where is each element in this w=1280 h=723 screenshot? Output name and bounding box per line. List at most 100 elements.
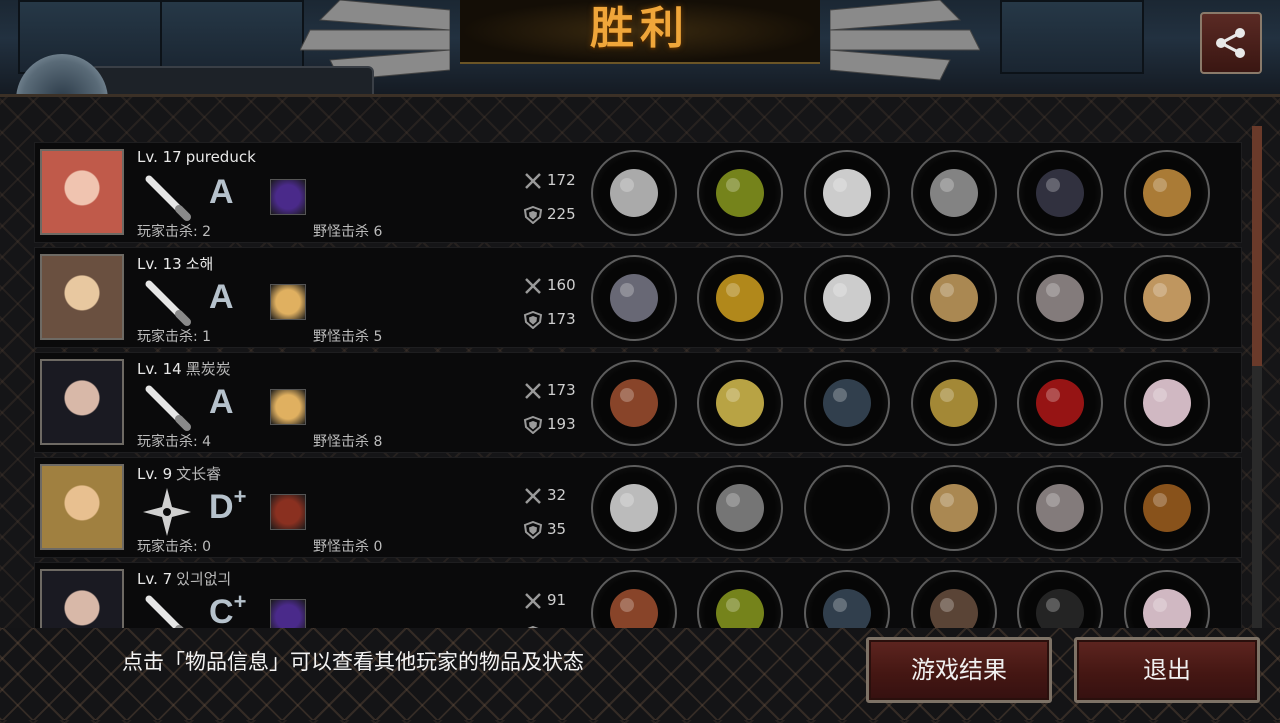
attack-value: 32	[547, 486, 567, 504]
window-decor	[160, 0, 304, 74]
defense-value: 225	[547, 205, 576, 223]
title-banner: 胜利	[460, 0, 820, 64]
grade-letter: A	[209, 383, 234, 421]
item-slot[interactable]	[697, 360, 783, 446]
list-scrollbar[interactable]	[1252, 126, 1262, 630]
attack-value: 173	[547, 381, 576, 399]
player-row[interactable]: Lv. 14 黑炭炭 A 玩家击杀: 4 野怪击杀 8 173 193	[34, 352, 1242, 453]
attack-stat: 173	[523, 381, 576, 400]
gold-skill-icon[interactable]	[270, 389, 306, 425]
black-boots-item-icon	[1036, 589, 1084, 628]
gold-skill-icon[interactable]	[270, 284, 306, 320]
character-portrait	[40, 149, 124, 235]
item-slot[interactable]	[1017, 255, 1103, 341]
wristwatch-item-icon	[930, 274, 978, 322]
item-slot[interactable]	[697, 465, 783, 551]
red-skill-icon[interactable]	[270, 494, 306, 530]
player-row[interactable]: Lv. 13 소해 A 玩家击杀: 1 野怪击杀 5 160 173	[34, 247, 1242, 348]
crown-item-icon	[716, 274, 764, 322]
character-portrait	[40, 464, 124, 550]
item-slot[interactable]	[1124, 360, 1210, 446]
item-slot[interactable]	[804, 570, 890, 628]
grade-letter: A	[209, 173, 234, 211]
player-level: Lv. 7	[137, 570, 173, 588]
spear-item-icon	[610, 379, 658, 427]
right-gun-wing-decor	[830, 0, 980, 81]
defense-value: 173	[547, 310, 576, 328]
jacket-item-icon	[823, 589, 871, 628]
item-slot[interactable]	[591, 360, 677, 446]
player-results-list[interactable]: Lv. 17 pureduck A 玩家击杀: 2 野怪击杀 6 172 225 Lv. 13…	[34, 136, 1244, 628]
item-slot[interactable]	[911, 255, 997, 341]
item-slot[interactable]	[1017, 465, 1103, 551]
crossed-swords-icon	[525, 277, 541, 294]
jacket-item-icon	[823, 379, 871, 427]
bat-icon	[145, 595, 184, 628]
player-name: 소해	[185, 255, 214, 273]
cross-item-icon	[1143, 484, 1191, 532]
item-slot[interactable]	[1017, 570, 1103, 628]
item-slot[interactable]	[591, 150, 677, 236]
exit-button[interactable]: 退出	[1074, 637, 1260, 703]
item-slot[interactable]	[697, 570, 783, 628]
character-portrait	[40, 254, 124, 340]
item-slot[interactable]	[804, 150, 890, 236]
grade-letter: C	[209, 593, 234, 628]
shield-icon	[523, 415, 543, 434]
barbed-wire-item-icon	[930, 379, 978, 427]
item-slot[interactable]	[911, 465, 997, 551]
grade-plus: +	[233, 484, 247, 509]
player-row[interactable]: Lv. 7있긔없긔C+91159	[34, 562, 1242, 628]
item-slot[interactable]	[911, 360, 997, 446]
item-slot[interactable]	[697, 150, 783, 236]
character-grade: A	[209, 383, 234, 422]
item-slot[interactable]	[1124, 570, 1210, 628]
player-kills: 玩家击杀: 2	[137, 224, 212, 240]
grade-letter: A	[209, 278, 234, 316]
headband-item-icon	[716, 484, 764, 532]
item-slot[interactable]	[1124, 150, 1210, 236]
share-button[interactable]	[1200, 12, 1262, 74]
player-row[interactable]: Lv. 17 pureduck A 玩家击杀: 2 野怪击杀 6 172 225	[34, 142, 1242, 243]
defense-stat: 35	[523, 520, 566, 539]
scrollbar-thumb[interactable]	[1252, 126, 1262, 366]
shield-icon	[523, 520, 543, 539]
defense-stat: 173	[523, 310, 576, 329]
player-level-name: Lv. 13 소해	[137, 253, 213, 274]
item-slot[interactable]	[911, 150, 997, 236]
crossed-swords-icon	[525, 487, 541, 504]
item-slot[interactable]	[911, 570, 997, 628]
monster-kills: 野怪击杀 8	[313, 434, 383, 450]
red-heels-item-icon	[1036, 379, 1084, 427]
character-portrait	[40, 569, 124, 628]
item-slot[interactable]	[591, 465, 677, 551]
item-slot[interactable]	[1017, 150, 1103, 236]
attack-stat: 160	[523, 276, 576, 295]
defense-value: 193	[547, 415, 576, 433]
player-level-name: Lv. 7 있긔없긔	[137, 568, 231, 589]
monster-kills: 野怪击杀 0	[313, 539, 383, 555]
attack-value: 91	[547, 591, 567, 609]
item-slot[interactable]	[804, 255, 890, 341]
shield-icon	[523, 205, 543, 224]
grade-letter: D	[209, 488, 234, 526]
sun-hat-item-icon	[716, 379, 764, 427]
purple-skill-icon[interactable]	[270, 179, 306, 215]
character-grade: C+	[209, 589, 246, 628]
item-slot[interactable]	[591, 570, 677, 628]
item-slot[interactable]	[1124, 255, 1210, 341]
spear-item-icon	[610, 589, 658, 628]
empty-item-slot[interactable]	[804, 465, 890, 551]
item-slot[interactable]	[1124, 465, 1210, 551]
item-slot[interactable]	[591, 255, 677, 341]
defense-stat: 225	[523, 205, 576, 224]
player-row[interactable]: Lv. 9 文长睿 D+ 玩家击杀: 0 野怪击杀 0 32 35	[34, 457, 1242, 558]
game-results-button[interactable]: 游戏结果	[866, 637, 1052, 703]
item-slot[interactable]	[804, 360, 890, 446]
purple-skill-icon[interactable]	[270, 599, 306, 628]
item-slot[interactable]	[697, 255, 783, 341]
player-level-name: Lv. 17 pureduck	[137, 148, 256, 166]
item-slot[interactable]	[1017, 360, 1103, 446]
silver-disc-item-icon	[930, 169, 978, 217]
slippers-item-icon	[1036, 274, 1084, 322]
